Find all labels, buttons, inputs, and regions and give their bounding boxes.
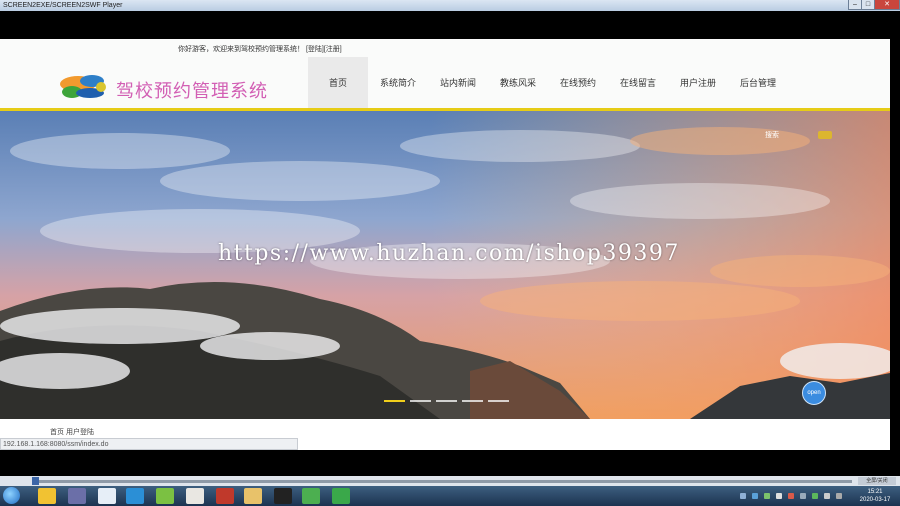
browser-icon[interactable] <box>126 488 144 504</box>
welcome-text[interactable]: 你好游客，欢迎来到驾校预约管理系统！ [登陆][注册] <box>178 44 342 54</box>
nav-system-intro[interactable]: 系统简介 <box>368 57 428 109</box>
folder-icon[interactable] <box>244 488 262 504</box>
nav-admin[interactable]: 后台管理 <box>728 57 788 109</box>
tray-icon[interactable] <box>788 493 794 499</box>
nav-online-booking[interactable]: 在线预约 <box>548 57 608 109</box>
nav-online-message[interactable]: 在线留言 <box>608 57 668 109</box>
player-control-bar: 全屏/关闭 <box>0 476 900 486</box>
breadcrumb: 首页 用户登陆 <box>50 429 94 436</box>
clock-date: 2020-03-17 <box>859 497 891 503</box>
slider-dot[interactable] <box>488 400 509 402</box>
tray-icon[interactable] <box>776 493 782 499</box>
nav-site-news[interactable]: 站内新闻 <box>428 57 488 109</box>
nav-home[interactable]: 首页 <box>308 57 368 109</box>
search-label: 搜索 <box>765 132 779 139</box>
main-nav: 首页 系统简介 站内新闻 教练风采 在线预约 在线留言 用户注册 后台管理 <box>308 57 788 109</box>
site-title: 驾校预约管理系统 <box>116 81 268 101</box>
media-icon[interactable] <box>156 488 174 504</box>
app-icon[interactable] <box>68 488 86 504</box>
baidu-netdisk-icon[interactable] <box>98 488 116 504</box>
seek-track[interactable] <box>32 480 852 483</box>
volume-icon[interactable] <box>824 493 830 499</box>
logo-icon <box>60 75 106 98</box>
qq-icon[interactable] <box>274 488 292 504</box>
flash-icon[interactable] <box>216 488 234 504</box>
chrome-icon[interactable] <box>38 488 56 504</box>
slider-dot[interactable] <box>462 400 483 402</box>
taskbar-clock[interactable]: 15:21 2020-03-17 <box>853 488 897 504</box>
player-title-bar: SCREEN2EXE/SCREEN2SWF Player – □ ✕ <box>0 0 900 11</box>
network-icon[interactable] <box>836 493 842 499</box>
wechat-icon[interactable] <box>302 488 320 504</box>
slider-dot[interactable] <box>436 400 457 402</box>
close-button[interactable]: ✕ <box>874 0 900 10</box>
slider-dots <box>384 400 514 402</box>
site-header: 你好游客，欢迎来到驾校预约管理系统！ [登陆][注册] 驾校预约管理系统 首页 … <box>0 39 890 111</box>
nav-coaches[interactable]: 教练风采 <box>488 57 548 109</box>
clock-time: 15:21 <box>867 489 883 495</box>
player-app-icon[interactable] <box>332 488 350 504</box>
slider-dot[interactable] <box>410 400 431 402</box>
player-speed-control[interactable]: 全屏/关闭 <box>858 477 896 485</box>
document-icon[interactable] <box>186 488 204 504</box>
maximize-button[interactable]: □ <box>861 0 875 10</box>
tray-icon[interactable] <box>812 493 818 499</box>
tray-icon[interactable] <box>764 493 770 499</box>
hero-banner: 搜索 https://www.huzhan.com/ishop39397 ope… <box>0 111 890 419</box>
windows-taskbar: 15:21 2020-03-17 <box>0 486 900 506</box>
slider-dot[interactable] <box>384 400 405 402</box>
watermark-url: https://www.huzhan.com/ishop39397 <box>218 241 680 266</box>
floating-open-button[interactable]: open <box>802 381 826 405</box>
seek-handle[interactable] <box>32 477 39 485</box>
minimize-button[interactable]: – <box>848 0 862 10</box>
window-title: SCREEN2EXE/SCREEN2SWF Player <box>3 2 123 9</box>
search-button[interactable] <box>818 131 832 139</box>
browser-status-url: 192.168.1.168:8080/ssm/index.do <box>0 438 298 450</box>
web-page: 你好游客，欢迎来到驾校预约管理系统！ [登陆][注册] 驾校预约管理系统 首页 … <box>0 39 890 450</box>
tray-icon[interactable] <box>752 493 758 499</box>
tray-icon[interactable] <box>800 493 806 499</box>
tray-icon[interactable] <box>740 493 746 499</box>
nav-user-register[interactable]: 用户注册 <box>668 57 728 109</box>
start-button-icon[interactable] <box>3 487 20 504</box>
